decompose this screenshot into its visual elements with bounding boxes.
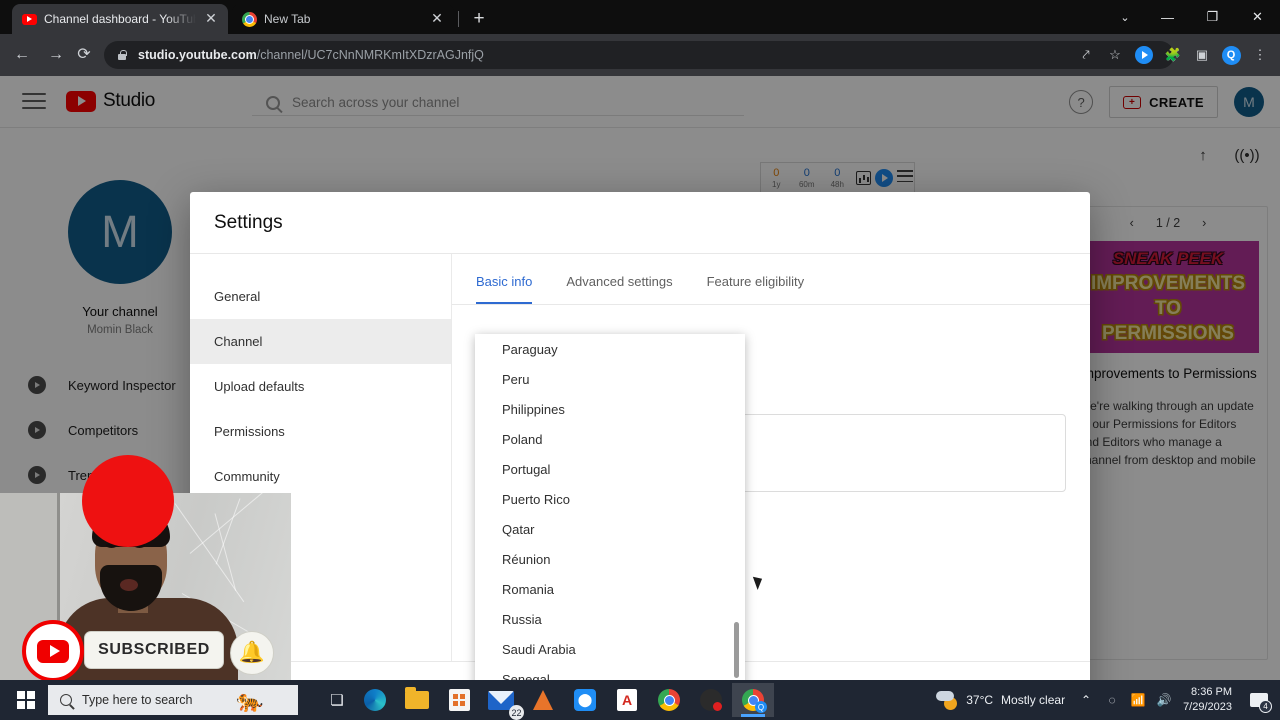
extensions-puzzle-icon[interactable]: 🧩 bbox=[1161, 43, 1185, 67]
adobe-acrobat-icon[interactable]: A bbox=[606, 683, 648, 717]
dropdown-option[interactable]: Saudi Arabia bbox=[475, 634, 745, 664]
vidiq-extension-icon[interactable] bbox=[1132, 43, 1156, 67]
taskview-icon[interactable]: ❏ bbox=[320, 683, 354, 717]
url-path: /channel/UC7cNnNMRKmItXDzrAGJnfjQ bbox=[256, 48, 484, 62]
wall-pattern-line bbox=[214, 513, 237, 591]
taskbar-search-placeholder: Type here to search bbox=[82, 693, 193, 707]
tiger-icon: 🐅 bbox=[236, 688, 264, 713]
clock-time: 8:36 PM bbox=[1191, 686, 1232, 699]
dropdown-option[interactable]: Paraguay bbox=[475, 334, 745, 364]
windows-logo-icon bbox=[17, 691, 35, 709]
chrome-icon bbox=[241, 11, 257, 27]
dropdown-option[interactable]: Romania bbox=[475, 574, 745, 604]
weather-temp: 37°C bbox=[966, 693, 994, 707]
dropdown-option[interactable]: Philippines bbox=[475, 394, 745, 424]
dropdown-option[interactable]: Poland bbox=[475, 424, 745, 454]
file-explorer-icon[interactable] bbox=[396, 683, 438, 717]
mail-icon[interactable]: 22 bbox=[480, 683, 524, 720]
weather-desc: Mostly clear bbox=[1001, 693, 1066, 707]
youtube-subscribe-icon bbox=[22, 620, 84, 680]
dialog-nav-item-permissions[interactable]: Permissions bbox=[190, 409, 451, 454]
share-app-icon[interactable]: ⬤ bbox=[564, 683, 606, 717]
chrome-quillbot-icon[interactable]: Q bbox=[732, 683, 774, 717]
tab-basic-info[interactable]: Basic info bbox=[476, 274, 533, 304]
dropdown-option[interactable]: Qatar bbox=[475, 514, 745, 544]
browser-tab-strip: Channel dashboard - YouTube St ✕ New Tab… bbox=[0, 0, 1280, 34]
dropdown-option[interactable]: Senegal bbox=[475, 664, 745, 681]
taskbar-apps: ❏ 22 ⬤ A Q bbox=[320, 683, 774, 720]
close-icon[interactable]: ✕ bbox=[203, 11, 219, 27]
chevron-down-icon[interactable]: ⌄ bbox=[1105, 0, 1145, 34]
address-bar[interactable]: studio.youtube.com/channel/UC7cNnNMRKmIt… bbox=[104, 41, 1174, 69]
browser-tab-new[interactable]: New Tab ✕ bbox=[232, 4, 454, 34]
new-tab-button[interactable]: + bbox=[467, 8, 491, 32]
dropdown-option[interactable]: Réunion bbox=[475, 544, 745, 574]
dialog-nav-item-upload-defaults[interactable]: Upload defaults bbox=[190, 364, 451, 409]
close-icon[interactable]: ✕ bbox=[429, 11, 445, 27]
notification-count: 4 bbox=[1259, 700, 1272, 713]
forward-icon[interactable]: → bbox=[44, 43, 68, 67]
side-panel-icon[interactable]: ▣ bbox=[1190, 43, 1214, 67]
youtube-icon bbox=[21, 11, 37, 27]
back-icon[interactable]: ← bbox=[10, 43, 34, 67]
tab-divider bbox=[458, 11, 459, 27]
tab-advanced-settings[interactable]: Advanced settings bbox=[566, 274, 672, 304]
person-mouth bbox=[120, 579, 138, 591]
reload-icon[interactable]: ⟳ bbox=[72, 43, 96, 67]
window-controls: ⌄ — ❐ ✕ bbox=[1105, 0, 1280, 34]
show-hidden-icons[interactable]: ⌃ bbox=[1073, 680, 1099, 720]
chrome-icon[interactable] bbox=[648, 683, 690, 717]
chrome-menu-icon[interactable]: ⋮ bbox=[1248, 43, 1272, 67]
obs-studio-icon[interactable] bbox=[690, 683, 732, 717]
dropdown-option[interactable]: Russia bbox=[475, 604, 745, 634]
tab-title: New Tab bbox=[264, 12, 311, 26]
dialog-title: Settings bbox=[190, 192, 1090, 254]
start-button[interactable] bbox=[6, 685, 46, 715]
edge-icon[interactable] bbox=[354, 683, 396, 717]
country-dropdown-list[interactable]: Paraguay Peru Philippines Poland Portuga… bbox=[475, 334, 745, 680]
minimize-button[interactable]: — bbox=[1145, 0, 1190, 34]
subscribe-animation-circle bbox=[82, 455, 174, 547]
toolbar-icons: ⤤ ☆ 🧩 ▣ Q ⋮ bbox=[1074, 43, 1272, 67]
dialog-nav-item-channel[interactable]: Channel bbox=[190, 319, 451, 364]
settings-dialog: Settings General Channel Upload defaults… bbox=[190, 192, 1090, 680]
taskbar-clock[interactable]: 8:36 PM 7/29/2023 bbox=[1177, 685, 1242, 715]
weather-widget[interactable]: 37°C Mostly clear bbox=[928, 690, 1073, 710]
vlc-icon[interactable] bbox=[522, 683, 564, 717]
weather-icon bbox=[936, 690, 958, 710]
dialog-nav-item-general[interactable]: General bbox=[190, 274, 451, 319]
maximize-button[interactable]: ❐ bbox=[1190, 0, 1235, 34]
dropdown-option[interactable]: Peru bbox=[475, 364, 745, 394]
clock-date: 7/29/2023 bbox=[1183, 701, 1232, 713]
wifi-icon[interactable]: 📶 bbox=[1125, 680, 1151, 720]
windows-taskbar: Type here to search 🐅 ❏ 22 ⬤ A Q 37°C Mo… bbox=[0, 680, 1280, 720]
volume-icon[interactable]: 🔊 bbox=[1151, 680, 1177, 720]
quillbot-q-icon[interactable]: Q bbox=[1219, 43, 1243, 67]
notification-center-button[interactable]: 4 bbox=[1242, 680, 1276, 720]
onedrive-icon[interactable]: ◌ bbox=[1099, 680, 1125, 720]
subscribed-badge: SUBSCRIBED bbox=[84, 631, 224, 669]
search-icon bbox=[60, 694, 72, 706]
tab-title: Channel dashboard - YouTube St bbox=[44, 12, 196, 26]
system-tray: 37°C Mostly clear ⌃ ◌ 📶 🔊 8:36 PM 7/29/2… bbox=[928, 680, 1276, 720]
dropdown-scrollbar[interactable] bbox=[734, 622, 739, 678]
browser-tab-active[interactable]: Channel dashboard - YouTube St ✕ bbox=[12, 4, 228, 34]
bell-icon: 🔔 bbox=[230, 631, 274, 675]
dropdown-option[interactable]: Portugal bbox=[475, 454, 745, 484]
close-window-button[interactable]: ✕ bbox=[1235, 0, 1280, 34]
browser-toolbar: ← → ⟳ studio.youtube.com/channel/UC7cNnN… bbox=[0, 34, 1280, 76]
dropdown-option[interactable]: Puerto Rico bbox=[475, 484, 745, 514]
lock-icon bbox=[116, 49, 128, 61]
share-icon[interactable]: ⤤ bbox=[1074, 43, 1098, 67]
microsoft-store-icon[interactable] bbox=[438, 683, 480, 717]
bookmark-star-icon[interactable]: ☆ bbox=[1103, 43, 1127, 67]
tab-feature-eligibility[interactable]: Feature eligibility bbox=[707, 274, 805, 304]
quillbot-badge: Q bbox=[755, 701, 767, 713]
dialog-tabs: Basic info Advanced settings Feature eli… bbox=[452, 254, 1090, 305]
url-domain: studio.youtube.com bbox=[138, 48, 257, 62]
